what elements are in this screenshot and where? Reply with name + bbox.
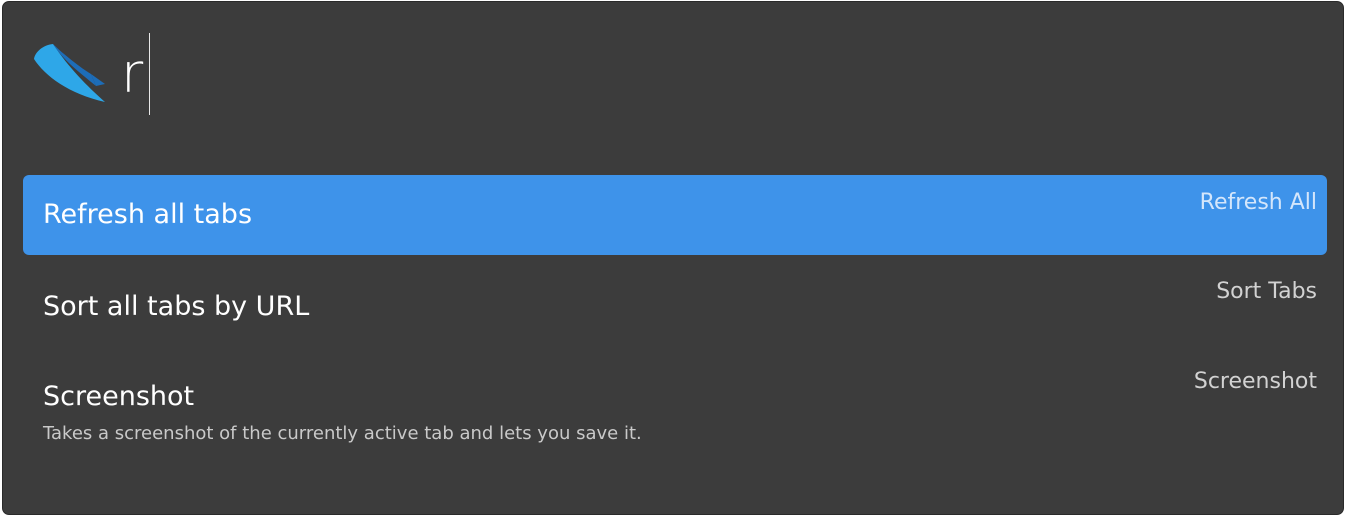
result-shortcut: Refresh All — [1199, 190, 1317, 215]
result-title: Screenshot — [43, 381, 195, 412]
text-caret — [149, 33, 151, 115]
result-item-screenshot[interactable]: Screenshot Takes a screenshot of the cur… — [23, 365, 1327, 491]
command-launcher: r Refresh all tabs Refresh All Sort all … — [2, 1, 1344, 515]
search-bar: r — [3, 2, 1343, 142]
search-input[interactable]: r — [121, 30, 151, 118]
result-item-sort-tabs[interactable]: Sort all tabs by URL Sort Tabs — [23, 259, 1327, 365]
result-title: Sort all tabs by URL — [43, 291, 310, 322]
result-shortcut: Sort Tabs — [1216, 279, 1317, 304]
result-item-refresh-all-tabs[interactable]: Refresh all tabs Refresh All — [23, 175, 1327, 255]
search-query-text: r — [121, 42, 144, 105]
feather-logo-icon — [34, 44, 105, 102]
result-title: Refresh all tabs — [43, 199, 253, 230]
result-description: Takes a screenshot of the currently acti… — [43, 423, 642, 444]
results-list: Refresh all tabs Refresh All Sort all ta… — [23, 175, 1327, 491]
result-shortcut: Screenshot — [1193, 369, 1317, 394]
